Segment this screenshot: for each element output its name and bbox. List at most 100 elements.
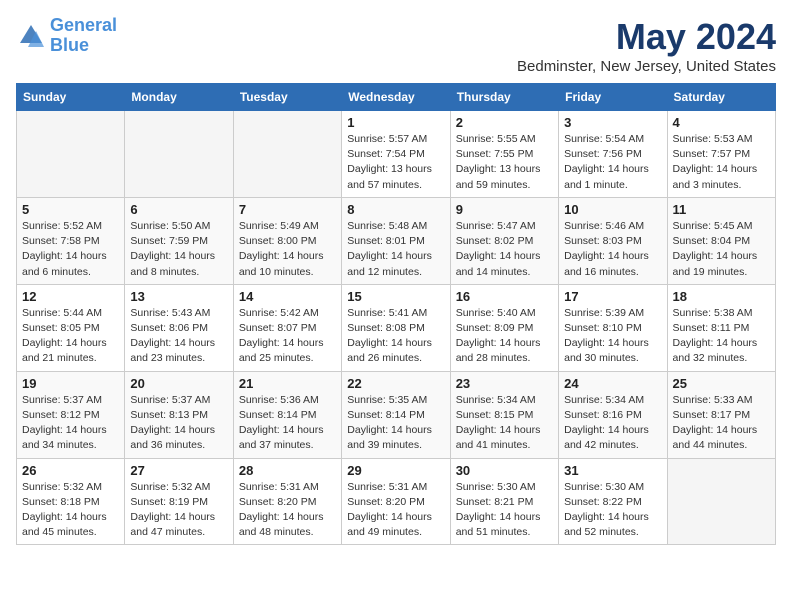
calendar-day-cell: 9 Sunrise: 5:47 AMSunset: 8:02 PMDaylight… [450, 197, 558, 284]
location-title: Bedminster, New Jersey, United States [517, 58, 776, 75]
day-number: 4 [673, 115, 770, 130]
day-number: 31 [564, 463, 661, 478]
day-number: 17 [564, 289, 661, 304]
day-number: 19 [22, 376, 119, 391]
day-number: 12 [22, 289, 119, 304]
day-info: Sunrise: 5:50 AMSunset: 7:59 PMDaylight:… [130, 219, 227, 280]
day-number: 27 [130, 463, 227, 478]
calendar-week-row: 1 Sunrise: 5:57 AMSunset: 7:54 PMDaylight… [17, 111, 776, 198]
calendar-day-cell: 28 Sunrise: 5:31 AMSunset: 8:20 PMDayligh… [233, 458, 341, 545]
calendar-header-row: SundayMondayTuesdayWednesdayThursdayFrid… [17, 84, 776, 111]
day-number: 6 [130, 202, 227, 217]
day-info: Sunrise: 5:32 AMSunset: 8:19 PMDaylight:… [130, 480, 227, 541]
day-info: Sunrise: 5:34 AMSunset: 8:16 PMDaylight:… [564, 393, 661, 454]
day-number: 1 [347, 115, 444, 130]
calendar-day-cell: 10 Sunrise: 5:46 AMSunset: 8:03 PMDayligh… [559, 197, 667, 284]
weekday-header: Sunday [17, 84, 125, 111]
title-area: May 2024 Bedminster, New Jersey, United … [517, 16, 776, 75]
day-number: 11 [673, 202, 770, 217]
day-info: Sunrise: 5:55 AMSunset: 7:55 PMDaylight:… [456, 132, 553, 193]
day-info: Sunrise: 5:31 AMSunset: 8:20 PMDaylight:… [239, 480, 336, 541]
calendar-week-row: 26 Sunrise: 5:32 AMSunset: 8:18 PMDayligh… [17, 458, 776, 545]
calendar: SundayMondayTuesdayWednesdayThursdayFrid… [16, 83, 776, 545]
day-info: Sunrise: 5:39 AMSunset: 8:10 PMDaylight:… [564, 306, 661, 367]
logo-line1: General [50, 15, 117, 35]
calendar-day-cell: 21 Sunrise: 5:36 AMSunset: 8:14 PMDayligh… [233, 371, 341, 458]
day-info: Sunrise: 5:46 AMSunset: 8:03 PMDaylight:… [564, 219, 661, 280]
logo-line2: Blue [50, 35, 89, 55]
day-number: 24 [564, 376, 661, 391]
calendar-day-cell [125, 111, 233, 198]
day-number: 10 [564, 202, 661, 217]
calendar-day-cell: 20 Sunrise: 5:37 AMSunset: 8:13 PMDayligh… [125, 371, 233, 458]
calendar-day-cell: 6 Sunrise: 5:50 AMSunset: 7:59 PMDaylight… [125, 197, 233, 284]
calendar-day-cell [233, 111, 341, 198]
day-number: 26 [22, 463, 119, 478]
day-number: 30 [456, 463, 553, 478]
day-info: Sunrise: 5:47 AMSunset: 8:02 PMDaylight:… [456, 219, 553, 280]
calendar-day-cell: 7 Sunrise: 5:49 AMSunset: 8:00 PMDaylight… [233, 197, 341, 284]
calendar-week-row: 19Sunrise: 5:37 AMSunset: 8:12 PMDayligh… [17, 371, 776, 458]
calendar-day-cell [17, 111, 125, 198]
logo-text: General Blue [50, 16, 117, 56]
day-number: 5 [22, 202, 119, 217]
day-info: Sunrise: 5:52 AMSunset: 7:58 PMDaylight:… [22, 219, 119, 280]
calendar-day-cell: 19Sunrise: 5:37 AMSunset: 8:12 PMDayligh… [17, 371, 125, 458]
day-info: Sunrise: 5:45 AMSunset: 8:04 PMDaylight:… [673, 219, 770, 280]
logo-icon [16, 21, 46, 51]
day-number: 23 [456, 376, 553, 391]
day-info: Sunrise: 5:48 AMSunset: 8:01 PMDaylight:… [347, 219, 444, 280]
calendar-day-cell: 24 Sunrise: 5:34 AMSunset: 8:16 PMDayligh… [559, 371, 667, 458]
calendar-day-cell: 29 Sunrise: 5:31 AMSunset: 8:20 PMDayligh… [342, 458, 450, 545]
weekday-header: Tuesday [233, 84, 341, 111]
day-info: Sunrise: 5:44 AMSunset: 8:05 PMDaylight:… [22, 306, 119, 367]
calendar-day-cell [667, 458, 775, 545]
day-number: 18 [673, 289, 770, 304]
day-number: 22 [347, 376, 444, 391]
calendar-day-cell: 27 Sunrise: 5:32 AMSunset: 8:19 PMDayligh… [125, 458, 233, 545]
day-info: Sunrise: 5:40 AMSunset: 8:09 PMDaylight:… [456, 306, 553, 367]
calendar-day-cell: 12 Sunrise: 5:44 AMSunset: 8:05 PMDayligh… [17, 284, 125, 371]
calendar-day-cell: 31Sunrise: 5:30 AMSunset: 8:22 PMDayligh… [559, 458, 667, 545]
calendar-day-cell: 2Sunrise: 5:55 AMSunset: 7:55 PMDaylight… [450, 111, 558, 198]
day-info: Sunrise: 5:54 AMSunset: 7:56 PMDaylight:… [564, 132, 661, 193]
day-info: Sunrise: 5:57 AMSunset: 7:54 PMDaylight:… [347, 132, 444, 193]
calendar-day-cell: 22Sunrise: 5:35 AMSunset: 8:14 PMDayligh… [342, 371, 450, 458]
calendar-day-cell: 18Sunrise: 5:38 AMSunset: 8:11 PMDayligh… [667, 284, 775, 371]
day-number: 13 [130, 289, 227, 304]
calendar-day-cell: 5 Sunrise: 5:52 AMSunset: 7:58 PMDaylight… [17, 197, 125, 284]
day-number: 29 [347, 463, 444, 478]
weekday-header: Wednesday [342, 84, 450, 111]
calendar-day-cell: 23 Sunrise: 5:34 AMSunset: 8:15 PMDayligh… [450, 371, 558, 458]
calendar-day-cell: 14Sunrise: 5:42 AMSunset: 8:07 PMDayligh… [233, 284, 341, 371]
day-info: Sunrise: 5:37 AMSunset: 8:13 PMDaylight:… [130, 393, 227, 454]
day-info: Sunrise: 5:32 AMSunset: 8:18 PMDaylight:… [22, 480, 119, 541]
day-number: 7 [239, 202, 336, 217]
weekday-header: Thursday [450, 84, 558, 111]
day-number: 28 [239, 463, 336, 478]
day-number: 9 [456, 202, 553, 217]
calendar-day-cell: 1 Sunrise: 5:57 AMSunset: 7:54 PMDaylight… [342, 111, 450, 198]
calendar-week-row: 5 Sunrise: 5:52 AMSunset: 7:58 PMDaylight… [17, 197, 776, 284]
day-info: Sunrise: 5:34 AMSunset: 8:15 PMDaylight:… [456, 393, 553, 454]
calendar-day-cell: 15 Sunrise: 5:41 AMSunset: 8:08 PMDayligh… [342, 284, 450, 371]
day-number: 15 [347, 289, 444, 304]
calendar-day-cell: 8Sunrise: 5:48 AMSunset: 8:01 PMDaylight… [342, 197, 450, 284]
calendar-week-row: 12 Sunrise: 5:44 AMSunset: 8:05 PMDayligh… [17, 284, 776, 371]
calendar-day-cell: 26 Sunrise: 5:32 AMSunset: 8:18 PMDayligh… [17, 458, 125, 545]
calendar-day-cell: 30Sunrise: 5:30 AMSunset: 8:21 PMDayligh… [450, 458, 558, 545]
day-info: Sunrise: 5:43 AMSunset: 8:06 PMDaylight:… [130, 306, 227, 367]
day-number: 21 [239, 376, 336, 391]
day-info: Sunrise: 5:36 AMSunset: 8:14 PMDaylight:… [239, 393, 336, 454]
calendar-day-cell: 11 Sunrise: 5:45 AMSunset: 8:04 PMDayligh… [667, 197, 775, 284]
day-number: 14 [239, 289, 336, 304]
day-number: 16 [456, 289, 553, 304]
weekday-header: Saturday [667, 84, 775, 111]
calendar-day-cell: 4 Sunrise: 5:53 AMSunset: 7:57 PMDaylight… [667, 111, 775, 198]
day-number: 25 [673, 376, 770, 391]
day-info: Sunrise: 5:49 AMSunset: 8:00 PMDaylight:… [239, 219, 336, 280]
day-number: 20 [130, 376, 227, 391]
day-info: Sunrise: 5:31 AMSunset: 8:20 PMDaylight:… [347, 480, 444, 541]
day-info: Sunrise: 5:41 AMSunset: 8:08 PMDaylight:… [347, 306, 444, 367]
day-info: Sunrise: 5:53 AMSunset: 7:57 PMDaylight:… [673, 132, 770, 193]
